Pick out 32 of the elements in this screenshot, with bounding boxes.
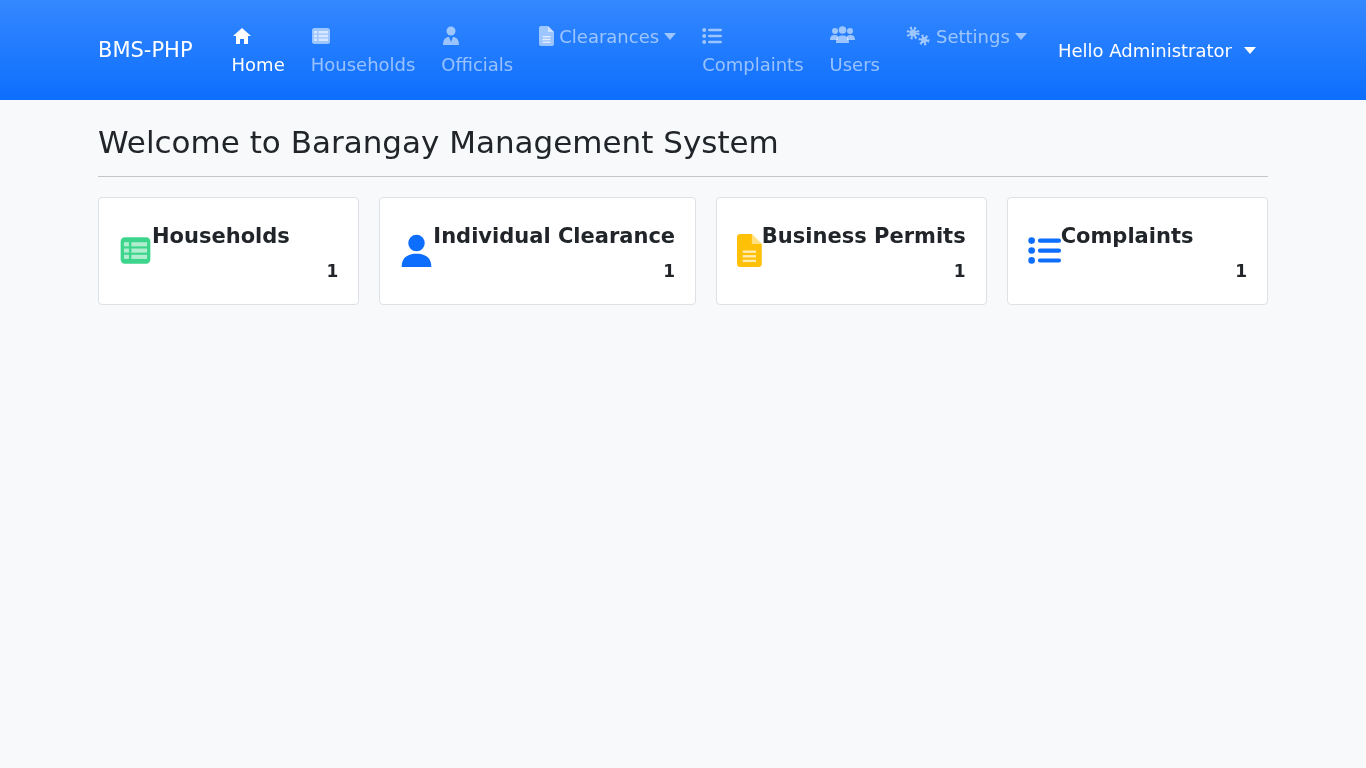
nav-link[interactable]: Users (816, 25, 893, 75)
nav-link[interactable]: Home (218, 25, 298, 75)
brand-link[interactable]: BMS-PHP (98, 38, 193, 62)
home-icon (231, 25, 252, 46)
card-title: Complaints (1060, 224, 1194, 248)
card-count: 1 (326, 261, 339, 281)
caret-icon (1244, 46, 1256, 54)
card-title: Households (152, 224, 290, 248)
card-title: Business Permits (761, 224, 966, 248)
person-tie-icon (441, 25, 462, 46)
page-title: Welcome to Barangay Management System (98, 123, 780, 162)
nav-dropdown[interactable]: Clearances (526, 25, 690, 47)
nav-dropdown[interactable]: Settings (892, 25, 1040, 47)
document-icon (737, 234, 762, 267)
nav-link[interactable]: Officials (428, 25, 527, 75)
document-icon (539, 26, 555, 46)
card-count: 1 (663, 261, 676, 281)
caret-icon (1014, 32, 1027, 40)
table-icon (119, 234, 152, 267)
nav-link[interactable]: Complaints (689, 25, 817, 75)
card-count: 1 (953, 261, 966, 281)
card-count: 1 (1235, 261, 1247, 281)
person-icon (400, 234, 434, 267)
users-icon (829, 25, 855, 46)
nav-link[interactable]: Households (297, 25, 429, 75)
list-icon (702, 25, 723, 46)
user-menu[interactable]: Hello Administrator (1057, 39, 1256, 61)
caret-icon (664, 32, 677, 40)
card-title: Individual Clearance (433, 224, 676, 248)
gears-icon (905, 26, 931, 46)
list-icon (1027, 234, 1061, 267)
table-icon (310, 25, 331, 46)
